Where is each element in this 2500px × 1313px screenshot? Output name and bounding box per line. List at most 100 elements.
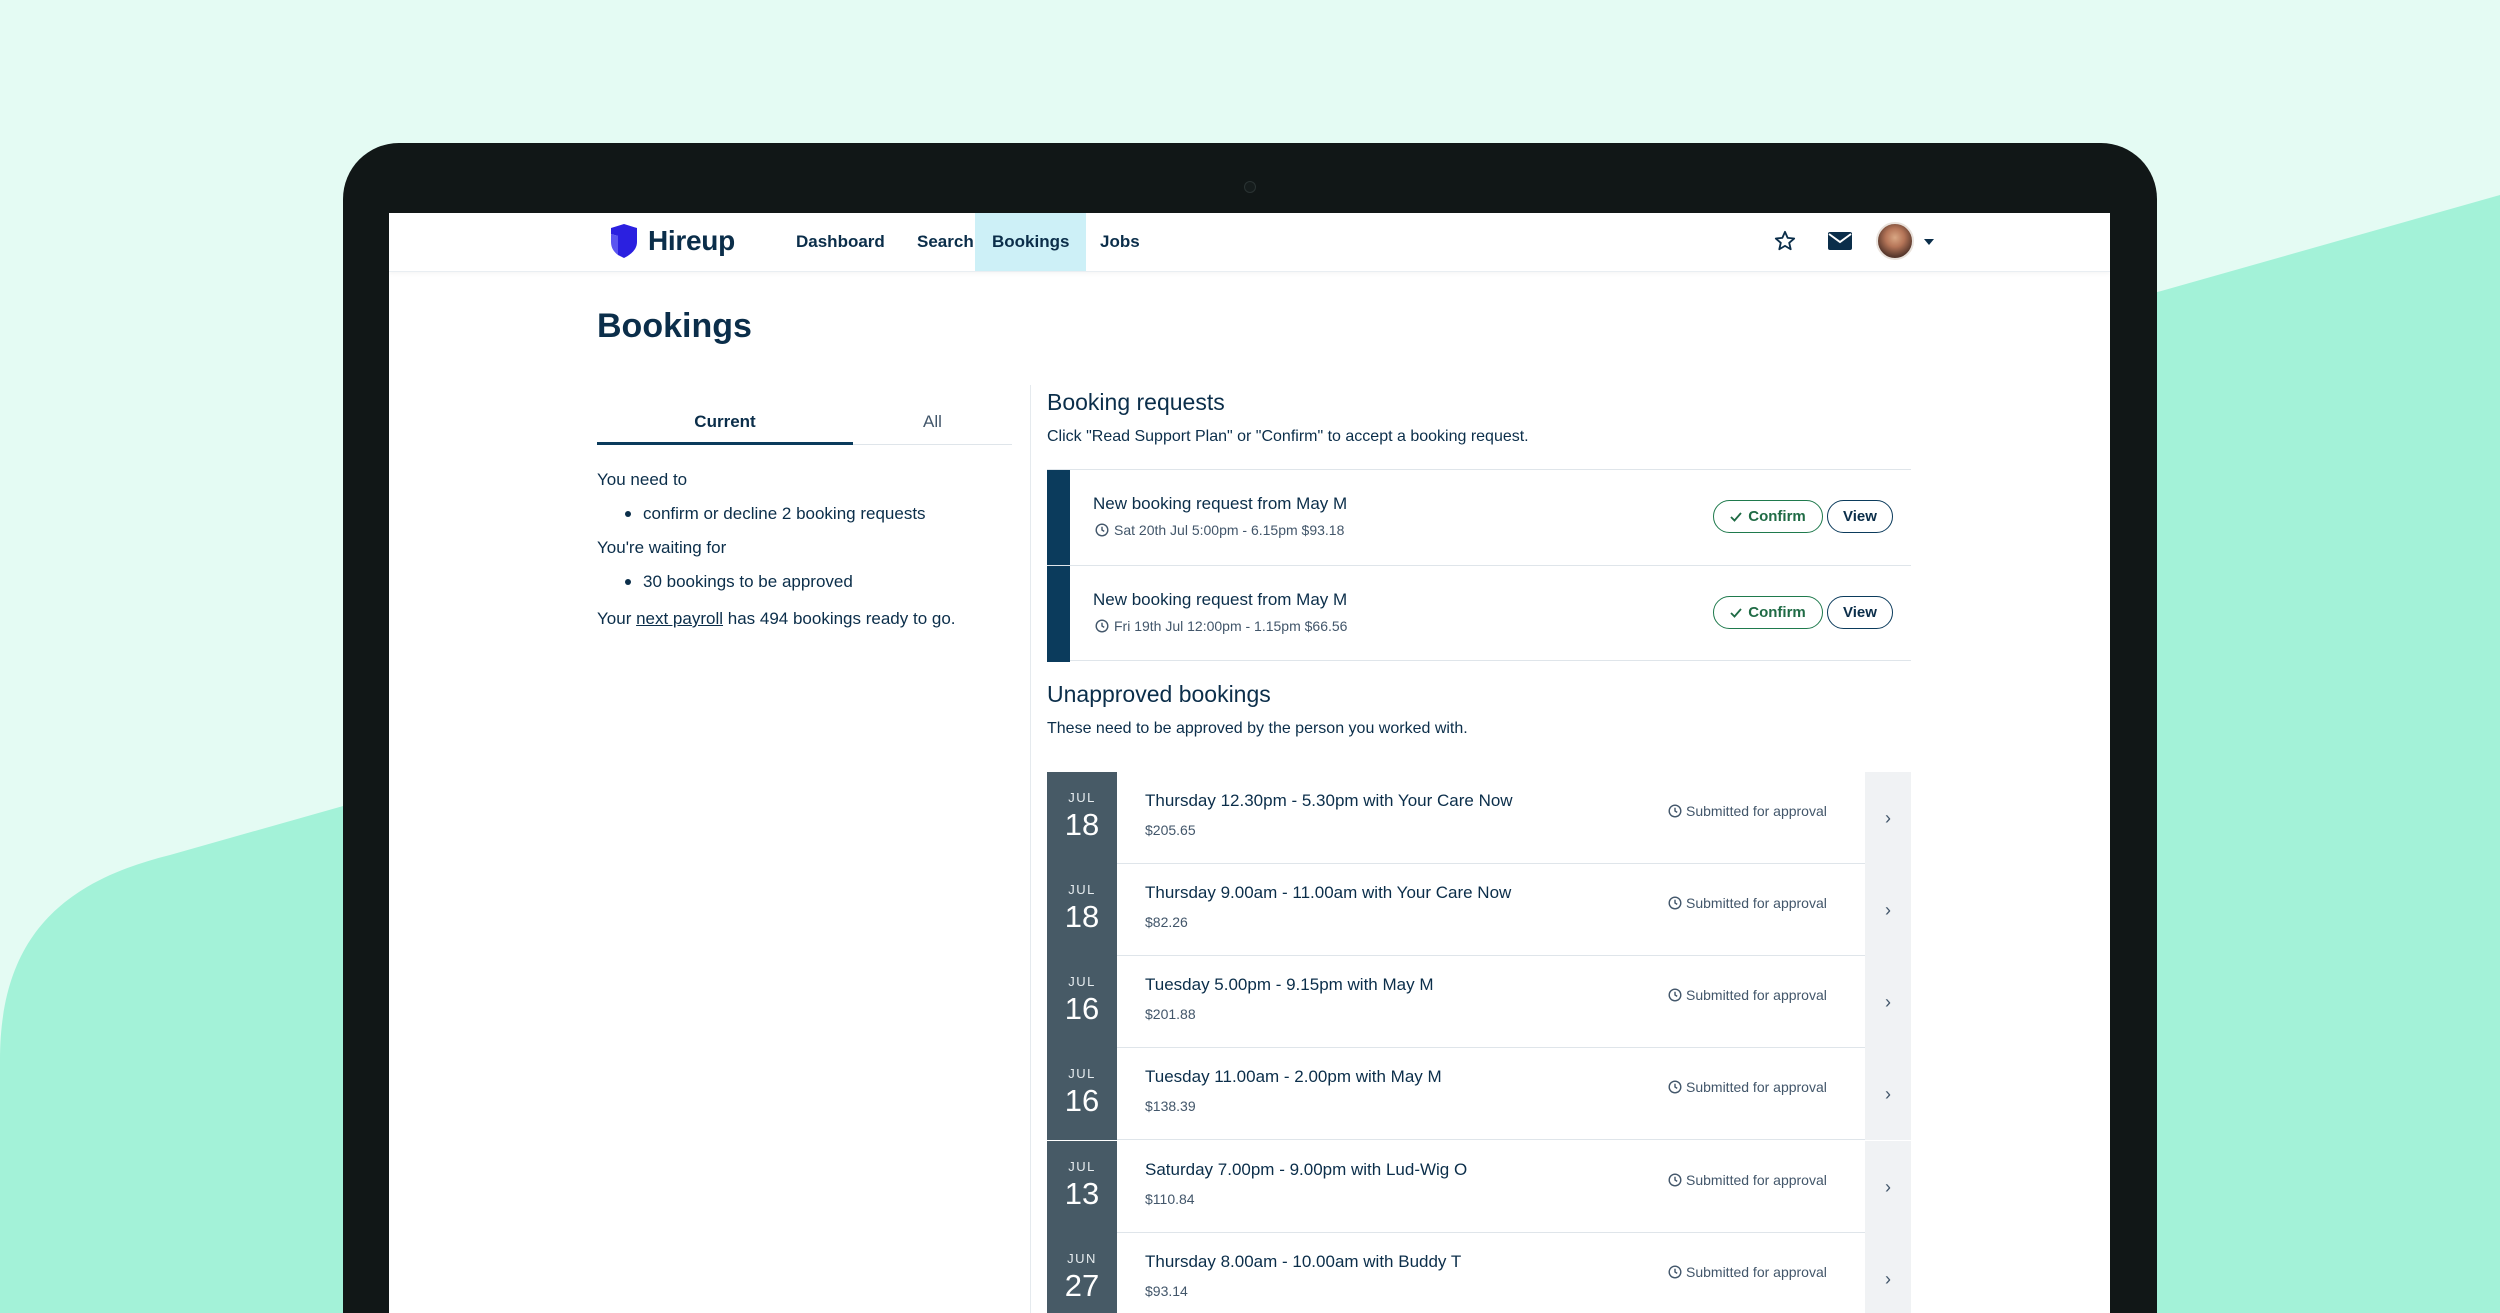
booking-requests-title: Booking requests: [1047, 389, 1225, 415]
check-icon: [1730, 607, 1742, 618]
clock-icon: [1095, 619, 1109, 633]
date-month: JUL: [1068, 882, 1096, 897]
date-badge: JUL 16: [1047, 1048, 1117, 1140]
chevron-right-icon[interactable]: ›: [1865, 956, 1911, 1048]
tab-all[interactable]: All: [853, 399, 1012, 445]
confirm-label: Confirm: [1748, 508, 1806, 525]
nav-jobs[interactable]: Jobs: [1083, 213, 1157, 271]
hireup-logo[interactable]: Hireup: [608, 224, 735, 258]
booking-title: Thursday 8.00am - 10.00am with Buddy T: [1145, 1252, 1462, 1271]
status-badge: Submitted for approval: [1668, 895, 1827, 911]
unapproved-booking-row[interactable]: JUL 16 Tuesday 11.00am - 2.00pm with May…: [1047, 1048, 1911, 1140]
booking-tabs: Current All: [597, 399, 1012, 445]
chevron-right-icon[interactable]: ›: [1865, 1141, 1911, 1233]
next-payroll-link[interactable]: next payroll: [636, 609, 723, 628]
need-to-heading: You need to: [597, 470, 688, 489]
mail-icon[interactable]: [1828, 232, 1852, 250]
request-datetime: Fri 19th Jul 12:00pm - 1.15pm $66.56: [1114, 618, 1348, 634]
view-button[interactable]: View: [1827, 500, 1893, 533]
chevron-right-icon[interactable]: ›: [1865, 1048, 1911, 1140]
unapproved-booking-row[interactable]: JUL 18 Thursday 12.30pm - 5.30pm with Yo…: [1047, 772, 1911, 864]
date-badge: JUN 27: [1047, 1233, 1117, 1313]
booking-title: Tuesday 11.00am - 2.00pm with May M: [1145, 1067, 1442, 1086]
booking-title: Saturday 7.00pm - 9.00pm with Lud-Wig O: [1145, 1160, 1468, 1179]
booking-amount: $110.84: [1145, 1191, 1195, 1207]
date-badge: JUL 16: [1047, 956, 1117, 1048]
chevron-right-icon[interactable]: ›: [1865, 864, 1911, 956]
unapproved-bookings-subtitle: These need to be approved by the person …: [1047, 720, 1468, 737]
date-day: 18: [1064, 807, 1100, 842]
date-day: 13: [1064, 1176, 1100, 1211]
request-accent-bar: [1047, 566, 1070, 662]
date-day: 18: [1064, 899, 1100, 934]
status-badge: Submitted for approval: [1668, 987, 1827, 1003]
booking-amount: $138.39: [1145, 1098, 1196, 1114]
waiting-item: 30 bookings to be approved: [625, 572, 853, 591]
request-meta: Fri 19th Jul 12:00pm - 1.15pm $66.56: [1095, 618, 1347, 634]
chevron-right-icon[interactable]: ›: [1865, 772, 1911, 864]
booking-requests-subtitle: Click "Read Support Plan" or "Confirm" t…: [1047, 428, 1529, 445]
page-title: Bookings: [597, 307, 752, 345]
status-badge: Submitted for approval: [1668, 1172, 1827, 1188]
booking-title: Thursday 12.30pm - 5.30pm with Your Care…: [1145, 791, 1513, 810]
status-badge: Submitted for approval: [1668, 1264, 1827, 1280]
request-accent-bar: [1047, 470, 1070, 566]
star-icon[interactable]: [1774, 230, 1796, 252]
status-label: Submitted for approval: [1686, 803, 1827, 819]
clock-icon: [1668, 896, 1682, 910]
status-badge: Submitted for approval: [1668, 1079, 1827, 1095]
unapproved-booking-row[interactable]: JUL 18 Thursday 9.00am - 11.00am with Yo…: [1047, 864, 1911, 956]
booking-amount: $205.65: [1145, 822, 1196, 838]
request-datetime: Sat 20th Jul 5:00pm - 6.15pm $93.18: [1114, 522, 1345, 538]
waiting-heading: You're waiting for: [597, 538, 727, 557]
booking-title: Tuesday 5.00pm - 9.15pm with May M: [1145, 975, 1434, 994]
avatar[interactable]: [1876, 222, 1914, 260]
camera-dot: [1244, 181, 1256, 193]
caret-down-icon[interactable]: [1924, 239, 1934, 245]
chevron-right-icon[interactable]: ›: [1865, 1233, 1911, 1313]
date-month: JUL: [1068, 1066, 1096, 1081]
nav-bookings[interactable]: Bookings: [975, 213, 1087, 271]
confirm-button[interactable]: Confirm: [1713, 596, 1823, 629]
brand-name: Hireup: [648, 225, 735, 256]
booking-request-row: New booking request from May M Sat 20th …: [1047, 469, 1911, 566]
clock-icon: [1668, 1173, 1682, 1187]
date-day: 16: [1064, 1083, 1100, 1118]
clock-icon: [1668, 1080, 1682, 1094]
request-title: New booking request from May M: [1093, 494, 1348, 513]
status-label: Submitted for approval: [1686, 1079, 1827, 1095]
date-month: JUL: [1068, 1159, 1096, 1174]
payroll-suffix: has 494 bookings ready to go.: [723, 609, 956, 628]
request-meta: Sat 20th Jul 5:00pm - 6.15pm $93.18: [1095, 522, 1344, 538]
booking-request-row: New booking request from May M Fri 19th …: [1047, 565, 1911, 662]
status-label: Submitted for approval: [1686, 895, 1827, 911]
date-day: 16: [1064, 991, 1100, 1026]
confirm-label: Confirm: [1748, 604, 1806, 621]
unapproved-bookings-title: Unapproved bookings: [1047, 681, 1271, 707]
date-badge: JUL 18: [1047, 864, 1117, 956]
tab-current[interactable]: Current: [597, 399, 853, 445]
date-day: 27: [1064, 1268, 1100, 1303]
unapproved-booking-row[interactable]: JUL 13 Saturday 7.00pm - 9.00pm with Lud…: [1047, 1141, 1911, 1233]
unapproved-booking-row[interactable]: JUL 16 Tuesday 5.00pm - 9.15pm with May …: [1047, 956, 1911, 1048]
nav-dashboard[interactable]: Dashboard: [779, 213, 902, 271]
date-badge: JUL 18: [1047, 772, 1117, 864]
check-icon: [1730, 511, 1742, 522]
payroll-prefix: Your: [597, 609, 637, 628]
confirm-button[interactable]: Confirm: [1713, 500, 1823, 533]
clock-icon: [1668, 1265, 1682, 1279]
view-button[interactable]: View: [1827, 596, 1893, 629]
date-badge: JUL 13: [1047, 1141, 1117, 1233]
shield-logo-icon: [611, 224, 637, 258]
date-month: JUL: [1068, 790, 1096, 805]
booking-amount: $82.26: [1145, 914, 1188, 930]
clock-icon: [1095, 523, 1109, 537]
status-label: Submitted for approval: [1686, 1172, 1827, 1188]
need-to-item: confirm or decline 2 booking requests: [625, 504, 926, 523]
unapproved-booking-row[interactable]: JUN 27 Thursday 8.00am - 10.00am with Bu…: [1047, 1233, 1911, 1313]
app-window: Hireup Dashboard Search Bookings Jobs Bo…: [389, 213, 2110, 1313]
booking-amount: $93.14: [1145, 1283, 1188, 1299]
date-month: JUL: [1068, 974, 1096, 989]
booking-amount: $201.88: [1145, 1006, 1196, 1022]
status-label: Submitted for approval: [1686, 987, 1827, 1003]
